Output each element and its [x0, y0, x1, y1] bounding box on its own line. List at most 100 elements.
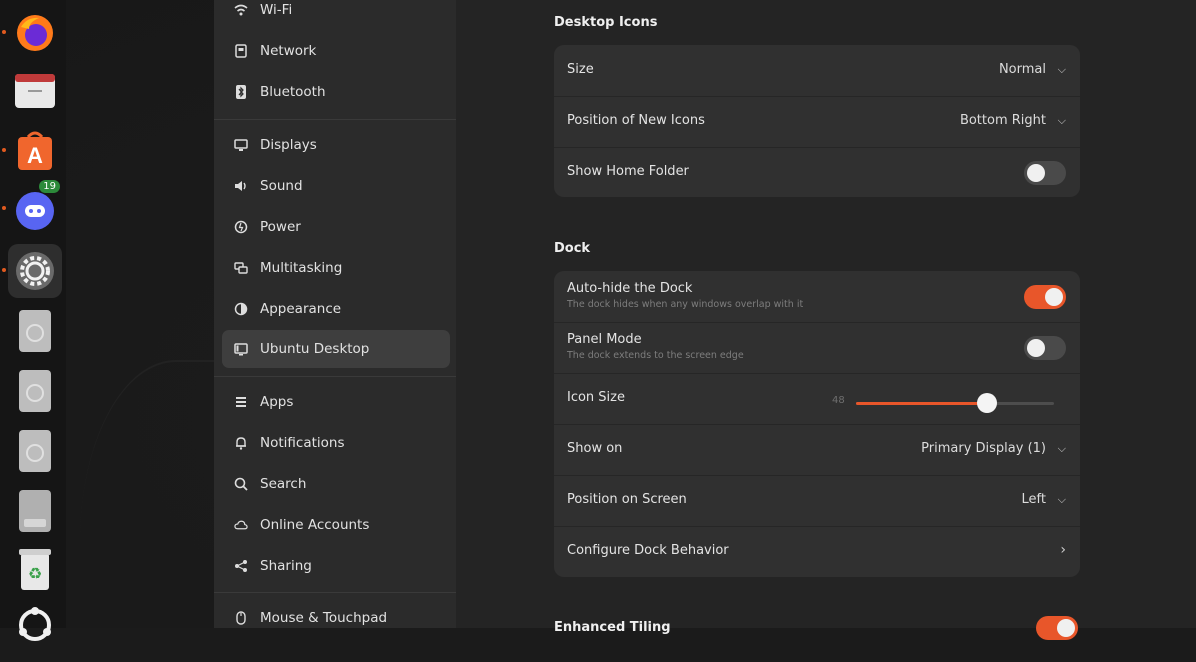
size-label: Size: [567, 62, 594, 77]
position-new-icons-label: Position of New Icons: [567, 113, 705, 128]
configure-dock-behavior-row[interactable]: Configure Dock Behavior ›: [554, 526, 1080, 577]
sidebar-item-mouse-touchpad[interactable]: Mouse & Touchpad: [222, 599, 450, 637]
toggle-knob: [1057, 619, 1075, 637]
sidebar-item-power[interactable]: Power: [222, 208, 450, 246]
notification-badge: 19: [39, 180, 60, 193]
chevron-right-icon[interactable]: ›: [1060, 542, 1066, 558]
sidebar-item-sound[interactable]: Sound: [222, 167, 450, 205]
sound-icon: [234, 179, 248, 193]
svg-text:♻: ♻: [28, 564, 42, 583]
icon-size-row: Icon Size 48: [554, 373, 1080, 425]
autohide-dock-row: Auto-hide the Dock The dock hides when a…: [554, 271, 1080, 323]
running-indicator: [2, 148, 6, 152]
sidebar-item-network[interactable]: Network: [222, 32, 450, 70]
position-on-screen-row[interactable]: Position on Screen Left ⌵: [554, 475, 1080, 527]
panel-mode-row: Panel Mode The dock extends to the scree…: [554, 322, 1080, 374]
bell-icon: [234, 436, 248, 450]
position-new-icons-row[interactable]: Position of New Icons Bottom Right ⌵: [554, 96, 1080, 148]
sidebar-item-label: Bluetooth: [260, 84, 326, 100]
dock-item-app-center[interactable]: A: [2, 124, 62, 178]
dock-item-drive[interactable]: [8, 424, 62, 478]
sidebar-item-label: Search: [260, 476, 307, 492]
ubuntu-logo-icon: [19, 607, 51, 641]
sidebar-item-label: Apps: [260, 394, 294, 410]
dock-item-drive[interactable]: [8, 304, 62, 358]
discord-icon: [16, 192, 54, 230]
dock-item-drive[interactable]: [8, 364, 62, 418]
panel-mode-toggle[interactable]: [1024, 336, 1066, 360]
icon-size-slider[interactable]: [856, 393, 1054, 413]
autohide-dock-label: Auto-hide the Dock: [567, 281, 693, 296]
wifi-icon: [234, 3, 248, 17]
enhanced-tiling-toggle[interactable]: [1036, 616, 1078, 640]
settings-sidebar: Wi-Fi Network Bluetooth Displays Sound P…: [214, 0, 456, 628]
sidebar-divider: [214, 119, 456, 120]
show-on-row[interactable]: Show on Primary Display (1) ⌵: [554, 424, 1080, 476]
sidebar-item-label: Power: [260, 219, 301, 235]
chevron-down-icon[interactable]: ⌵: [1058, 63, 1066, 77]
sidebar-item-bluetooth[interactable]: Bluetooth: [222, 73, 450, 111]
share-icon: [234, 559, 248, 573]
chevron-down-icon[interactable]: ⌵: [1058, 442, 1066, 456]
sidebar-item-displays[interactable]: Displays: [222, 126, 450, 164]
show-home-folder-row: Show Home Folder: [554, 147, 1080, 198]
sidebar-item-sharing[interactable]: Sharing: [222, 547, 450, 585]
position-new-icons-dropdown-value[interactable]: Bottom Right: [960, 113, 1046, 128]
svg-text:A: A: [27, 143, 43, 168]
running-indicator: [2, 206, 6, 210]
panel-mode-subtitle: The dock extends to the screen edge: [567, 350, 744, 361]
sidebar-item-label: Ubuntu Desktop: [260, 341, 370, 357]
desktop-icons-card: Size Normal ⌵ Position of New Icons Bott…: [554, 45, 1080, 197]
dock-item-drive[interactable]: [8, 484, 62, 538]
dock-item-firefox[interactable]: [2, 6, 62, 60]
chevron-down-icon[interactable]: ⌵: [1058, 114, 1066, 128]
sidebar-item-appearance[interactable]: Appearance: [222, 290, 450, 328]
dock-settings-card: Auto-hide the Dock The dock hides when a…: [554, 271, 1080, 577]
autohide-dock-toggle[interactable]: [1024, 285, 1066, 309]
show-home-folder-toggle[interactable]: [1024, 161, 1066, 185]
sidebar-item-apps[interactable]: Apps: [222, 383, 450, 421]
dock-item-trash[interactable]: ♻: [8, 542, 62, 596]
settings-main-panel: Desktop Icons Size Normal ⌵ Position of …: [456, 0, 1196, 640]
autohide-dock-subtitle: The dock hides when any windows overlap …: [567, 299, 804, 310]
cloud-icon: [234, 518, 248, 532]
position-on-screen-dropdown-value[interactable]: Left: [1022, 492, 1046, 507]
drive-icon: [19, 490, 51, 532]
icon-size-label: Icon Size: [567, 390, 625, 405]
search-icon: [234, 477, 248, 491]
sidebar-item-label: Network: [260, 43, 317, 59]
show-on-dropdown-value[interactable]: Primary Display (1): [921, 441, 1046, 456]
sidebar-item-search[interactable]: Search: [222, 465, 450, 503]
sidebar-item-label: Sharing: [260, 558, 312, 574]
multitasking-icon: [234, 261, 248, 275]
sidebar-divider: [214, 592, 456, 593]
dock-item-discord[interactable]: 19: [2, 180, 62, 236]
sidebar-item-multitasking[interactable]: Multitasking: [222, 249, 450, 287]
drive-icon: [19, 430, 51, 472]
sidebar-item-wifi[interactable]: Wi-Fi: [222, 0, 450, 29]
sidebar-item-label: Multitasking: [260, 260, 343, 276]
sidebar-divider: [214, 376, 456, 377]
mouse-icon: [234, 611, 248, 625]
dock-item-ubuntu-apps[interactable]: [8, 598, 62, 652]
folder-icon: [15, 74, 55, 108]
position-on-screen-label: Position on Screen: [567, 492, 687, 507]
section-title-desktop-icons: Desktop Icons: [554, 15, 658, 30]
sidebar-item-online-accounts[interactable]: Online Accounts: [222, 506, 450, 544]
slider-handle[interactable]: [976, 393, 997, 413]
show-on-label: Show on: [567, 441, 623, 456]
power-icon: [234, 220, 248, 234]
app-center-icon: A: [18, 131, 52, 170]
panel-mode-label: Panel Mode: [567, 332, 642, 347]
sidebar-item-ubuntu-desktop[interactable]: Ubuntu Desktop: [222, 330, 450, 368]
dock-item-files[interactable]: [8, 64, 62, 118]
appearance-icon: [234, 302, 248, 316]
chevron-down-icon[interactable]: ⌵: [1058, 493, 1066, 507]
size-dropdown-value[interactable]: Normal: [999, 62, 1046, 77]
dock-item-settings[interactable]: [2, 244, 62, 298]
toggle-knob: [1027, 164, 1045, 182]
size-row[interactable]: Size Normal ⌵: [554, 45, 1080, 97]
display-icon: [234, 138, 248, 152]
sidebar-item-label: Online Accounts: [260, 517, 370, 533]
sidebar-item-notifications[interactable]: Notifications: [222, 424, 450, 462]
